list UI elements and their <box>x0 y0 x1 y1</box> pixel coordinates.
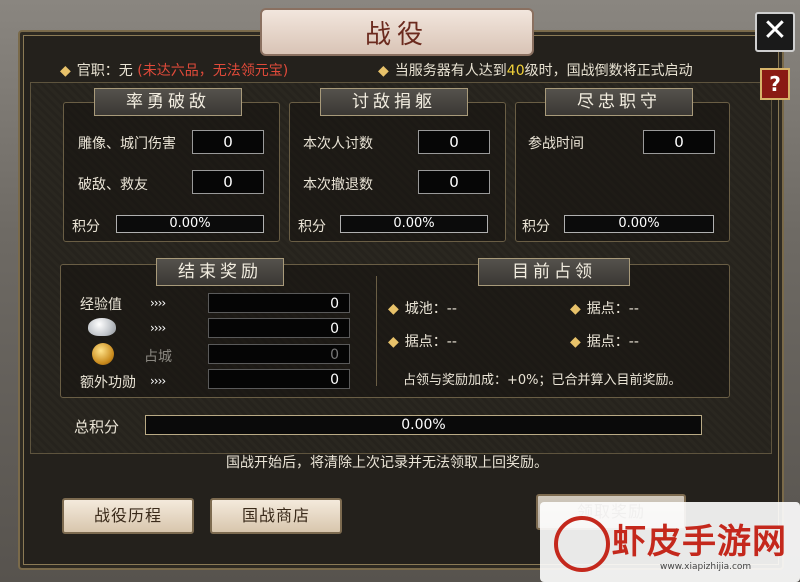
server-message: ◆ 当服务器有人达到40级时，国战倒数将正式启动 <box>378 60 693 80</box>
punish-row-value: 0 <box>418 130 490 154</box>
war-shop-button[interactable]: 国战商店 <box>210 498 342 534</box>
section-loyal-title: 尽忠职守 <box>545 88 693 116</box>
section-punish-title: 讨敌捐躯 <box>320 88 468 116</box>
reward-value: 0 <box>208 369 350 389</box>
occupation-item-label: 据点：-- <box>404 334 457 350</box>
loyal-score-label: 积分 <box>522 219 550 235</box>
brave-score-bar: 0.00% <box>116 215 264 233</box>
server-msg-level: 40 <box>506 63 525 79</box>
reset-warning: 国战开始后，将清除上次记录并无法领取上回奖励。 <box>226 455 548 471</box>
reward-arrows: ›››› <box>150 374 166 388</box>
rank-info: ◆ 官职：无 (未达六品，无法领元宝) <box>60 60 288 80</box>
watermark-url: www.xiapizhijia.com <box>660 562 752 572</box>
diamond-icon: ◆ <box>570 334 581 350</box>
loyal-score-bar: 0.00% <box>564 215 714 233</box>
rank-note: (未达六品，无法领元宝) <box>137 63 289 79</box>
reward-label-city: 占城 <box>144 349 172 365</box>
loyal-row-value: 0 <box>643 130 715 154</box>
close-button[interactable]: ✕ <box>755 12 795 52</box>
brave-score-label: 积分 <box>72 219 100 235</box>
rank-label: 官职：无 <box>76 63 133 79</box>
diamond-icon: ◆ <box>60 63 71 79</box>
reward-arrows: ›››› <box>150 296 166 310</box>
help-button[interactable]: ? <box>760 68 790 100</box>
brave-row-label: 雕像、城门伤害 <box>78 136 176 152</box>
rewards-title: 结束奖励 <box>156 258 284 286</box>
reward-arrows: ›››› <box>150 321 166 335</box>
diamond-icon: ◆ <box>388 301 399 317</box>
total-score-bar: 0.00% <box>145 415 702 435</box>
punish-row-value: 0 <box>418 170 490 194</box>
silver-ingot-icon <box>88 318 116 336</box>
loyal-row-label: 参战时间 <box>528 136 584 152</box>
watermark: 虾皮手游网 www.xiapizhijia.com <box>540 502 800 582</box>
reward-label-merit: 额外功勋 <box>80 375 136 391</box>
window-title-text: 战役 <box>364 19 429 50</box>
reward-label-exp: 经验值 <box>80 297 122 313</box>
occupation-item: ◆ 据点：-- <box>388 331 457 351</box>
battle-history-button[interactable]: 战役历程 <box>62 498 194 534</box>
occupation-item-label: 城池：-- <box>404 301 457 317</box>
brave-row-value: 0 <box>192 130 264 154</box>
server-msg-pre: 当服务器有人达到 <box>394 63 507 79</box>
gold-coin-icon <box>92 343 114 365</box>
server-msg-post: 级时，国战倒数将正式启动 <box>524 63 693 79</box>
window-title: 战役 <box>260 8 534 56</box>
punish-score-label: 积分 <box>298 219 326 235</box>
occupation-title: 目前占领 <box>478 258 630 286</box>
occupation-item-label: 据点：-- <box>586 301 639 317</box>
reward-value: 0 <box>208 344 350 364</box>
occupation-item: ◆ 城池：-- <box>388 298 457 318</box>
divider <box>376 276 377 386</box>
occupation-item: ◆ 据点：-- <box>570 331 639 351</box>
diamond-icon: ◆ <box>378 63 389 79</box>
occupation-item: ◆ 据点：-- <box>570 298 639 318</box>
punish-row-label: 本次人讨数 <box>303 136 373 152</box>
punish-score-bar: 0.00% <box>340 215 488 233</box>
reward-value: 0 <box>208 293 350 313</box>
shrimp-logo-icon <box>554 516 610 572</box>
watermark-text: 虾皮手游网 <box>612 522 787 562</box>
diamond-icon: ◆ <box>570 301 581 317</box>
occupation-item-label: 据点：-- <box>586 334 639 350</box>
diamond-icon: ◆ <box>388 334 399 350</box>
info-bar: ◆ 官职：无 (未达六品，无法领元宝) ◆ 当服务器有人达到40级时，国战倒数将正式… <box>54 58 744 80</box>
reward-value: 0 <box>208 318 350 338</box>
close-icon: ✕ <box>762 13 788 48</box>
section-brave-title: 率勇破敌 <box>94 88 242 116</box>
brave-row-value: 0 <box>192 170 264 194</box>
occupation-note: 占领与奖励加成：+0%；已合并算入目前奖励。 <box>403 373 682 388</box>
brave-row-label: 破敌、救友 <box>78 177 148 193</box>
total-score-label: 总积分 <box>74 418 120 436</box>
punish-row-label: 本次撤退数 <box>303 177 373 193</box>
